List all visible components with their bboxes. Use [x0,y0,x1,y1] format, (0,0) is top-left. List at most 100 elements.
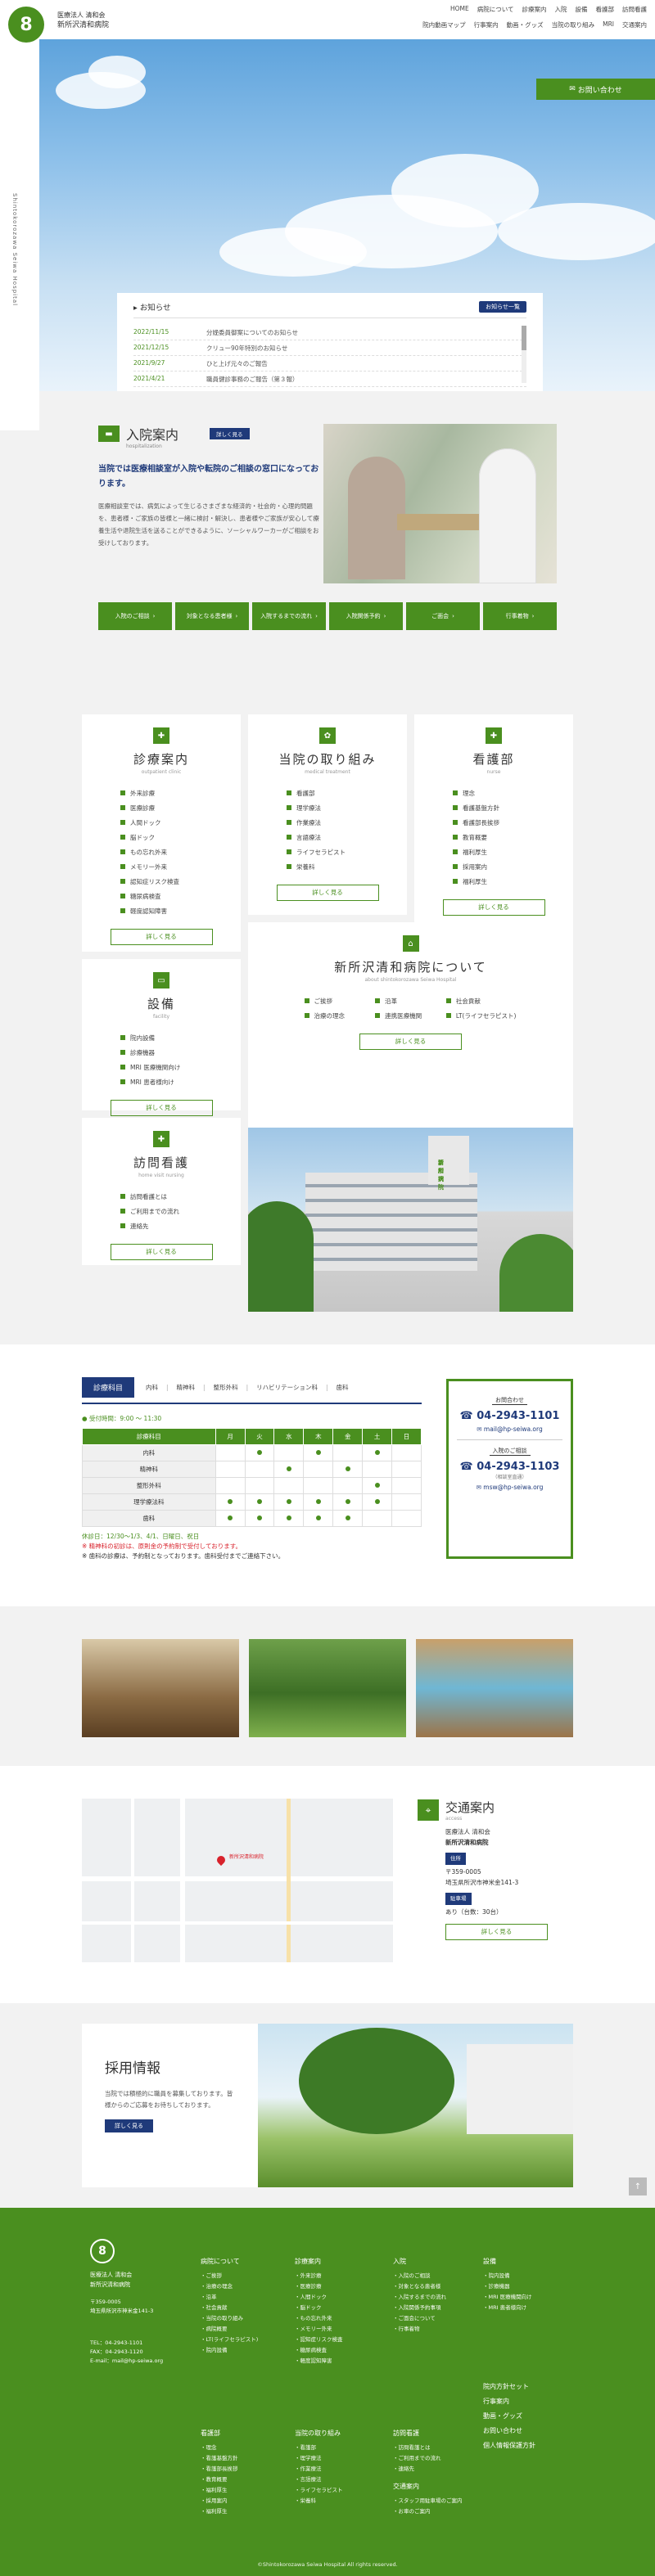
sub-nav-link[interactable]: 当院の取り組み [552,20,595,29]
map-pin-icon[interactable] [215,1853,228,1867]
footer-link[interactable]: 採用案内 [201,2496,238,2506]
footer-column-head[interactable]: 当院の取り組み [295,2429,343,2438]
card-list-item[interactable]: 連携医療機関 [375,1009,446,1024]
footer-link[interactable]: 社会貢献 [201,2303,258,2313]
card-list-item[interactable]: 理念 [453,786,535,801]
footer-link[interactable]: 当院の取り組み [201,2313,258,2324]
card-list-item[interactable]: 糖尿病検査 [120,889,202,904]
card-list-item[interactable]: 看護部 [287,786,368,801]
sub-nav-link[interactable]: 交通案内 [622,20,647,29]
footer-column-head[interactable]: 設備 [483,2257,532,2266]
department-tab[interactable]: 内科 [146,1383,158,1392]
card-list-item[interactable]: 院内設備 [120,1031,202,1046]
footer-quick-link[interactable]: 動画・グッズ [483,2409,535,2424]
footer-column-head[interactable]: 入院 [393,2257,446,2266]
card-list-item[interactable]: 外来診療 [120,786,202,801]
card-list-item[interactable]: LT(ライフセラピスト) [446,1009,517,1024]
top-nav-link[interactable]: 入院 [555,5,567,14]
news-item[interactable]: 2021/12/15 クリュー90年特別のお知らせ [133,340,526,356]
footer-link[interactable]: 外来診療 [295,2271,343,2281]
card-list-item[interactable]: 教育概要 [453,831,535,845]
news-item[interactable]: 2022/11/15 分娩委員御案についてのお知らせ [133,325,526,340]
sub-nav-link[interactable]: 動画・グッズ [507,20,544,29]
card-list-item[interactable]: 訪問看護とは [120,1190,202,1205]
sub-nav-link[interactable]: 院内動画マップ [422,20,466,29]
footer-link[interactable]: 院内設備 [483,2271,532,2281]
card-list-item[interactable]: ご利用までの流れ [120,1205,202,1219]
admission-mail[interactable]: ✉ msw@hp-seiwa.org [457,1484,562,1491]
card-list-item[interactable]: 栄養科 [287,860,368,875]
card-list-item[interactable]: 連絡先 [120,1219,202,1234]
card-list-item[interactable]: 治療の理念 [305,1009,376,1024]
admission-tel[interactable]: ☎ 04-2943-1103 [457,1461,562,1473]
admission-tab[interactable]: 対象となる患者様 › [175,602,249,630]
footer-link[interactable]: 栄養科 [295,2496,343,2506]
footer-link[interactable]: 軽度認知障害 [295,2356,343,2367]
admission-tab[interactable]: 入院するまでの流れ › [252,602,326,630]
about-more-button[interactable]: 詳しく見る [359,1034,462,1050]
footer-quick-link[interactable]: 院内方針セット [483,2380,535,2394]
footer-link[interactable]: MRI 患者様向け [483,2303,532,2313]
footer-link[interactable]: 入院するまでの流れ [393,2292,447,2303]
footer-link[interactable]: 治療の理念 [201,2281,258,2292]
logo-mark[interactable]: 8 [8,7,44,43]
footer-column-head[interactable]: 看護部 [201,2429,238,2438]
card-list-item[interactable]: 診療機器 [120,1046,202,1061]
footer-column-head[interactable]: 病院について [201,2257,258,2266]
contact-button[interactable]: ✉ お問い合わせ [536,79,655,100]
admission-tab[interactable]: ご面会 › [406,602,480,630]
footer-link[interactable]: 看護部長挨拶 [201,2464,238,2475]
department-tab[interactable]: リハビリテーション科 [246,1383,318,1392]
department-tab[interactable]: 整形外科 [203,1383,238,1392]
page-top-button[interactable]: ↑ [629,2177,647,2195]
footer-link[interactable]: メモリー外来 [295,2324,343,2335]
card-list-item[interactable]: 医療診療 [120,801,202,816]
footer-link[interactable]: 理念 [201,2443,238,2453]
footer-link[interactable]: 入院関係予約事項 [393,2303,446,2313]
facility-more-button[interactable]: 詳しく見る [110,1100,213,1116]
footer-link[interactable]: 人間ドック [295,2292,343,2303]
card-list-item[interactable]: 人間ドック [120,816,202,831]
top-nav-link[interactable]: 病院について [477,5,514,14]
efforts-more-button[interactable]: 詳しく見る [276,885,379,901]
footer-link[interactable]: 脳ドック [295,2303,343,2313]
top-nav-link[interactable]: 訪問看護 [622,5,647,14]
card-list-item[interactable]: もの忘れ外来 [120,845,202,860]
card-list-item[interactable]: MRI 医療機関向け [120,1061,202,1075]
footer-link[interactable]: 医療診療 [295,2281,343,2292]
footer-column-head[interactable]: 診療案内 [295,2257,343,2266]
footer-link[interactable]: 理学療法 [295,2453,343,2464]
card-list-item[interactable]: 脳ドック [120,831,202,845]
footer-link[interactable]: ご利用までの流れ [393,2453,441,2464]
card-list-item[interactable]: MRI 患者様向け [120,1075,202,1090]
footer-link[interactable]: 福利厚生 [201,2485,238,2496]
card-list-item[interactable]: 作業療法 [287,816,368,831]
sub-nav-link[interactable]: 行事案内 [474,20,499,29]
news-scrollbar[interactable] [522,326,526,383]
footer-link[interactable]: 看護基盤方針 [201,2453,238,2464]
news-item[interactable]: 2021/4/21 職員健診事務のご報告（第３報） [133,372,526,387]
access-more-button[interactable]: 詳しく見る [445,1924,548,1940]
nursing-more-button[interactable]: 詳しく見る [442,899,545,916]
footer-link[interactable]: LT(ライフセラピスト) [201,2335,259,2345]
recruit-more-button[interactable]: 詳しく見る [105,2119,153,2132]
outpatient-more-button[interactable]: 詳しく見る [110,929,213,945]
footer-link[interactable]: 訪問看護とは [393,2443,441,2453]
card-list-item[interactable]: 採用案内 [453,860,535,875]
top-nav-link[interactable]: 診療案内 [522,5,547,14]
footer-link[interactable]: 入院のご相談 [393,2271,446,2281]
access-map[interactable]: 新所沢清和病院 [82,1799,393,1962]
inquiry-mail[interactable]: ✉ mail@hp-seiwa.org [457,1425,562,1433]
footer-quick-link[interactable]: 個人情報保護方針 [483,2439,535,2453]
footer-quick-link[interactable]: 行事案内 [483,2394,535,2409]
card-list-item[interactable]: 福利厚生 [453,845,535,860]
footer-link[interactable]: 認知症リスク検査 [295,2335,343,2345]
top-nav-link[interactable]: 設備 [576,5,588,14]
footer-column-head[interactable]: 訪問看護 [393,2429,441,2438]
footer-link[interactable]: ご面会について [393,2313,446,2324]
footer-link[interactable]: ライフセラピスト [295,2485,343,2496]
card-list-item[interactable]: 沿革 [375,994,446,1009]
footer-link[interactable]: 対象となる患者様 [393,2281,446,2292]
sub-nav-link[interactable]: MRI [603,20,614,29]
card-list-item[interactable]: メモリー外来 [120,860,202,875]
